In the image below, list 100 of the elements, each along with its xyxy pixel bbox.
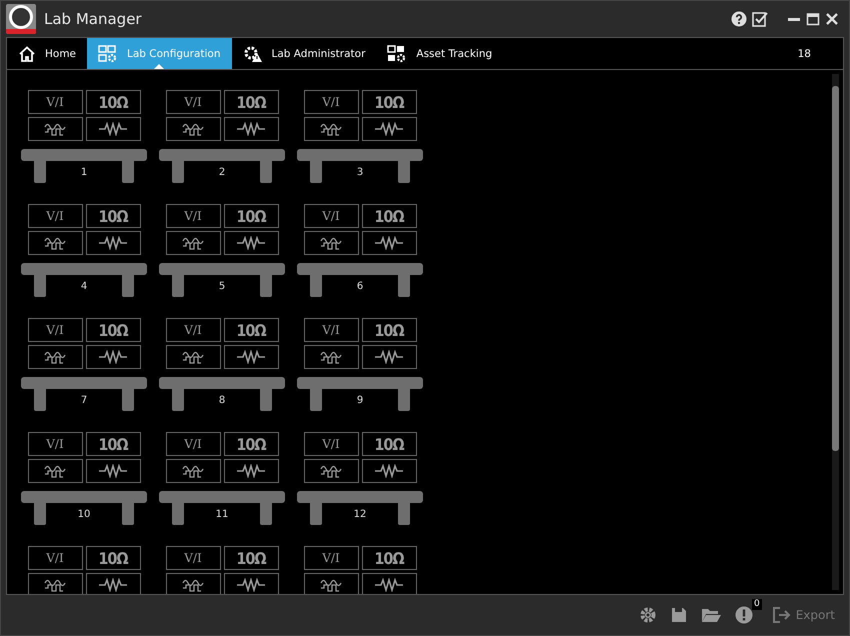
bench-table-drawing[interactable]: 10 — [21, 491, 147, 525]
resistance-tile[interactable]: 10Ω — [362, 546, 416, 570]
bench-table-drawing[interactable]: 4 — [21, 263, 147, 297]
voltage-current-tile[interactable]: V/I — [304, 90, 358, 114]
resistance-tile[interactable]: 10Ω — [86, 204, 140, 228]
voltage-current-tile[interactable]: V/I — [28, 432, 82, 456]
alert-icon[interactable] — [734, 606, 753, 624]
voltage-current-tile[interactable]: V/I — [304, 546, 358, 570]
bench-table-drawing[interactable]: 7 — [21, 377, 147, 411]
waveform-tile[interactable] — [166, 345, 220, 369]
save-icon[interactable] — [670, 607, 687, 623]
resistor-tile[interactable] — [86, 345, 140, 369]
resistance-tile[interactable]: 10Ω — [362, 432, 416, 456]
waveform-tile[interactable] — [304, 117, 358, 141]
voltage-current-tile[interactable]: V/I — [28, 318, 82, 342]
waveform-tile[interactable] — [166, 459, 220, 483]
help-icon[interactable] — [731, 11, 747, 27]
resistor-icon — [236, 464, 266, 478]
waveform-tile[interactable] — [28, 231, 82, 255]
resistor-tile[interactable] — [362, 459, 416, 483]
settings-icon[interactable] — [638, 606, 657, 624]
waveform-icon — [181, 349, 205, 365]
resistor-tile[interactable] — [224, 573, 278, 594]
voltage-current-tile[interactable]: V/I — [166, 432, 220, 456]
waveform-tile[interactable] — [166, 573, 220, 594]
nav-tab[interactable]: Asset Tracking — [376, 38, 504, 69]
resistor-tile[interactable] — [86, 231, 140, 255]
nav-tab[interactable]: Home — [7, 38, 88, 69]
voltage-current-tile[interactable]: V/I — [28, 204, 82, 228]
bench-number: 12 — [354, 508, 366, 520]
waveform-tile[interactable] — [304, 459, 358, 483]
resistance-tile[interactable]: 10Ω — [224, 318, 278, 342]
voltage-current-tile[interactable]: V/I — [166, 318, 220, 342]
bench-table-drawing[interactable]: 8 — [159, 377, 285, 411]
waveform-tile[interactable] — [304, 573, 358, 594]
export-icon — [772, 607, 791, 623]
resistance-tile[interactable]: 10Ω — [224, 432, 278, 456]
bench-table-drawing[interactable]: 2 — [159, 149, 285, 183]
voltage-current-tile[interactable]: V/I — [28, 90, 82, 114]
resistance-tile[interactable]: 10Ω — [362, 318, 416, 342]
resistance-tile[interactable]: 10Ω — [224, 546, 278, 570]
waveform-icon — [181, 463, 205, 479]
bench-table-drawing[interactable]: 11 — [159, 491, 285, 525]
bench-table-drawing[interactable]: 3 — [297, 149, 423, 183]
waveform-tile[interactable] — [304, 345, 358, 369]
resistor-tile[interactable] — [362, 231, 416, 255]
close-icon[interactable] — [825, 12, 839, 26]
waveform-tile[interactable] — [166, 117, 220, 141]
voltage-current-tile[interactable]: V/I — [304, 204, 358, 228]
voltage-current-tile[interactable]: V/I — [304, 318, 358, 342]
waveform-icon — [319, 463, 343, 479]
voltage-current-tile[interactable]: V/I — [28, 546, 82, 570]
resistance-tile[interactable]: 10Ω — [86, 90, 140, 114]
resistor-tile[interactable] — [362, 117, 416, 141]
folder-icon[interactable] — [700, 607, 721, 623]
bench-table-drawing[interactable]: 9 — [297, 377, 423, 411]
resistor-icon — [236, 236, 266, 250]
resistance-tile[interactable]: 10Ω — [362, 90, 416, 114]
resistor-tile[interactable] — [86, 573, 140, 594]
resistor-tile[interactable] — [224, 459, 278, 483]
resistance-tile[interactable]: 10Ω — [86, 318, 140, 342]
resistor-icon — [98, 122, 128, 136]
bench-number: 11 — [216, 508, 228, 520]
resistor-tile[interactable] — [86, 459, 140, 483]
edit-check-icon[interactable] — [752, 11, 768, 27]
waveform-tile[interactable] — [28, 573, 82, 594]
waveform-tile[interactable] — [28, 459, 82, 483]
waveform-tile[interactable] — [304, 231, 358, 255]
resistor-icon — [374, 236, 404, 250]
maximize-icon[interactable] — [806, 12, 820, 26]
resistor-icon — [236, 350, 266, 364]
bench-table-drawing[interactable]: 5 — [159, 263, 285, 297]
waveform-icon — [43, 463, 67, 479]
waveform-tile[interactable] — [166, 231, 220, 255]
resistor-icon — [374, 122, 404, 136]
resistance-tile[interactable]: 10Ω — [224, 90, 278, 114]
resistor-tile[interactable] — [224, 345, 278, 369]
resistor-tile[interactable] — [224, 231, 278, 255]
voltage-current-tile[interactable]: V/I — [304, 432, 358, 456]
resistor-tile[interactable] — [362, 573, 416, 594]
resistor-tile[interactable] — [224, 117, 278, 141]
voltage-current-tile[interactable]: V/I — [166, 90, 220, 114]
nav-tab[interactable]: Lab Administrator — [232, 38, 376, 69]
resistance-tile[interactable]: 10Ω — [224, 204, 278, 228]
bench-table-drawing[interactable]: 12 — [297, 491, 423, 525]
bench-table-drawing[interactable]: 6 — [297, 263, 423, 297]
resistor-tile[interactable] — [362, 345, 416, 369]
bench-number: 3 — [356, 166, 364, 178]
bench-table-drawing[interactable]: 1 — [21, 149, 147, 183]
resistance-tile[interactable]: 10Ω — [362, 204, 416, 228]
waveform-icon — [43, 577, 67, 593]
waveform-tile[interactable] — [28, 345, 82, 369]
item-count: 18 — [798, 48, 811, 60]
resistance-tile[interactable]: 10Ω — [86, 432, 140, 456]
resistor-tile[interactable] — [86, 117, 140, 141]
bench-number: 6 — [356, 280, 364, 292]
voltage-current-tile[interactable]: V/I — [166, 204, 220, 228]
resistance-tile[interactable]: 10Ω — [86, 546, 140, 570]
voltage-current-tile[interactable]: V/I — [166, 546, 220, 570]
waveform-tile[interactable] — [28, 117, 82, 141]
